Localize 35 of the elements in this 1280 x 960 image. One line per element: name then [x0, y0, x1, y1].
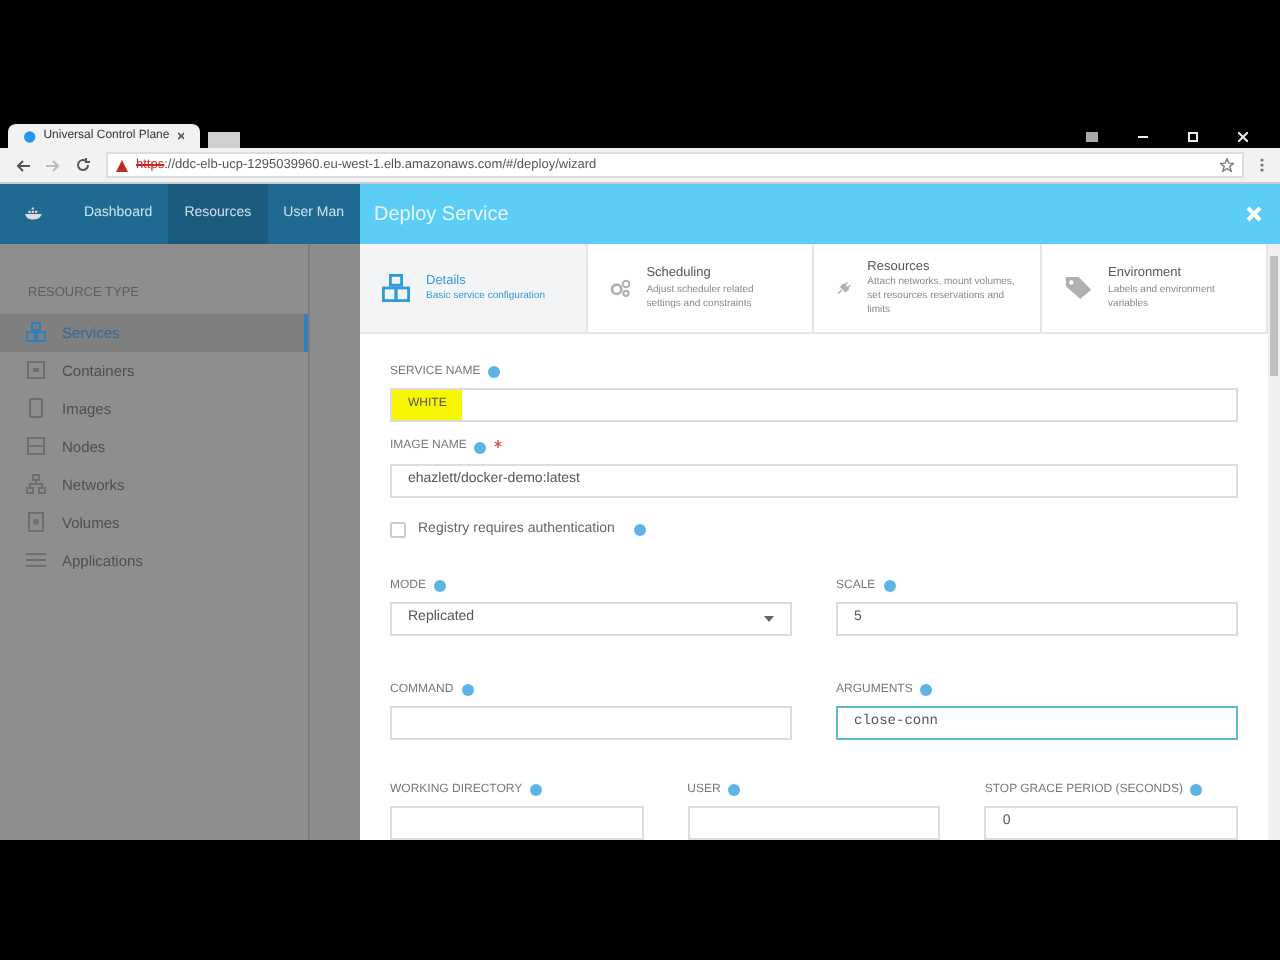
grid-icon — [382, 274, 410, 302]
forward-icon[interactable] — [46, 159, 60, 171]
gears-icon — [609, 274, 631, 302]
input-field[interactable] — [687, 806, 941, 840]
dialog-title: Deploy Service — [374, 201, 509, 229]
help-icon[interactable] — [488, 366, 501, 378]
help-icon[interactable] — [728, 784, 741, 796]
input-field[interactable] — [390, 706, 792, 740]
server-icon — [26, 436, 46, 457]
help-icon[interactable] — [530, 784, 543, 796]
close-icon[interactable] — [177, 132, 184, 140]
reload-icon[interactable] — [76, 158, 90, 172]
tag-icon — [1063, 274, 1093, 302]
input-field[interactable] — [390, 806, 644, 840]
caret-icon — [764, 616, 774, 622]
document-icon — [26, 398, 46, 419]
globe-icon — [24, 129, 36, 143]
box-icon — [26, 360, 46, 381]
back-icon[interactable] — [16, 159, 30, 171]
warning-icon — [116, 159, 128, 171]
minimize-icon[interactable] — [1138, 135, 1148, 137]
network-icon — [26, 474, 46, 495]
help-icon[interactable] — [883, 580, 896, 592]
restore-icon[interactable] — [1188, 131, 1198, 141]
checkbox[interactable] — [390, 522, 406, 538]
scrollbar[interactable] — [1268, 244, 1280, 840]
grid-icon — [26, 322, 46, 343]
help-icon[interactable] — [434, 580, 446, 592]
help-icon[interactable] — [461, 684, 474, 696]
help-icon[interactable] — [474, 441, 487, 453]
help-icon[interactable] — [634, 524, 647, 536]
help-icon[interactable] — [920, 684, 933, 696]
star-icon[interactable] — [1220, 158, 1234, 172]
list-icon — [26, 550, 46, 571]
help-icon[interactable] — [1190, 784, 1203, 796]
